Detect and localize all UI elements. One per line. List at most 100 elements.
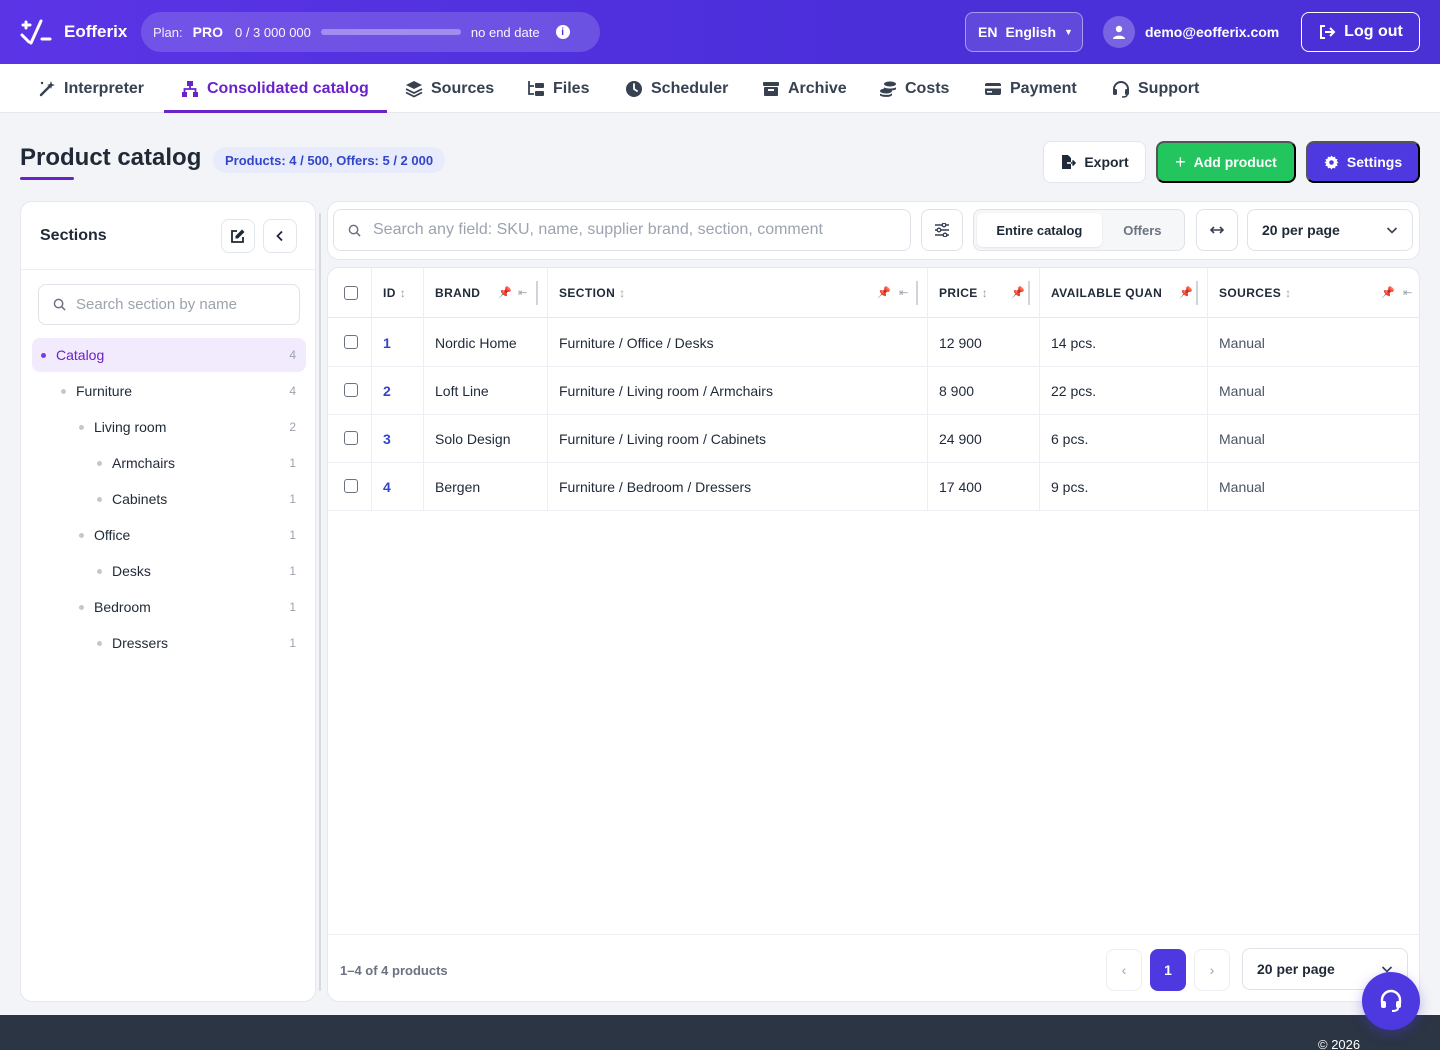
tree-bullet xyxy=(97,496,102,502)
nav-consolidated-catalog[interactable]: Consolidated catalog xyxy=(164,64,387,113)
user-email: demo@eofferix.com xyxy=(1145,24,1280,40)
tree-item-office[interactable]: Office 1 xyxy=(32,518,306,552)
tree-item-furniture[interactable]: Furniture 4 xyxy=(32,374,306,408)
nav-interpreter[interactable]: Interpreter xyxy=(38,64,144,113)
table-row[interactable]: 3 Solo Design Furniture / Living room / … xyxy=(328,415,1419,463)
nav-costs[interactable]: Costs xyxy=(879,64,949,113)
tree-item-bedroom[interactable]: Bedroom 1 xyxy=(32,590,306,624)
cell-id[interactable]: 2 xyxy=(383,367,391,415)
pin-icon[interactable]: 📌 xyxy=(1179,286,1193,299)
filters-button[interactable] xyxy=(921,209,963,251)
tree-bullet xyxy=(97,640,102,646)
column-resize-icon[interactable]: ⇤ xyxy=(899,286,908,299)
edit-sections-button[interactable] xyxy=(221,219,255,253)
search-icon xyxy=(53,298,66,311)
table-row[interactable]: 1 Nordic Home Furniture / Office / Desks… xyxy=(328,319,1419,367)
tree-bullet xyxy=(97,460,102,466)
scope-entire-catalog[interactable]: Entire catalog xyxy=(977,213,1102,247)
tree-item-count: 2 xyxy=(289,420,296,434)
cell-price: 24 900 xyxy=(939,431,982,447)
add-product-button[interactable]: + Add product xyxy=(1156,141,1296,183)
language-selector[interactable]: EN English ▼ xyxy=(965,12,1083,52)
headset-icon xyxy=(1380,989,1402,1012)
scope-offers[interactable]: Offers xyxy=(1104,213,1181,247)
column-resizer[interactable] xyxy=(1028,281,1030,305)
per-page-select-top[interactable]: 20 per page xyxy=(1247,209,1413,251)
catalog-search-input[interactable] xyxy=(373,221,893,239)
column-resizer[interactable] xyxy=(1196,281,1198,305)
tree-item-label: Furniture xyxy=(76,383,133,399)
nav-archive[interactable]: Archive xyxy=(762,64,847,113)
nav-support[interactable]: Support xyxy=(1112,64,1199,113)
credit-card-icon xyxy=(985,82,1001,95)
header-available-quantity[interactable]: AVAILABLE QUAN xyxy=(1051,268,1169,318)
expand-width-button[interactable] xyxy=(1196,209,1238,251)
pin-icon[interactable]: 📌 xyxy=(498,286,512,299)
chevron-left-icon xyxy=(276,230,283,242)
header-price[interactable]: PRICE ↕ xyxy=(939,268,988,318)
support-chat-button[interactable] xyxy=(1362,972,1420,1030)
tree-item-armchairs[interactable]: Armchairs 1 xyxy=(32,446,306,480)
main-nav: Interpreter Consolidated catalog Sources… xyxy=(0,64,1440,113)
table-row[interactable]: 2 Loft Line Furniture / Living room / Ar… xyxy=(328,367,1419,415)
tree-item-label: Desks xyxy=(112,563,151,579)
row-checkbox[interactable] xyxy=(344,431,358,445)
header-section[interactable]: SECTION ↕ xyxy=(559,268,626,318)
info-icon[interactable]: i xyxy=(555,25,570,39)
column-resizer[interactable] xyxy=(916,281,918,305)
header-sources[interactable]: SOURCES ↕ xyxy=(1219,268,1292,318)
tree-bullet xyxy=(79,532,84,538)
nav-files[interactable]: Files xyxy=(527,64,589,113)
headset-icon xyxy=(1113,80,1129,98)
prev-page-button[interactable]: ‹ xyxy=(1106,949,1142,991)
cell-id[interactable]: 4 xyxy=(383,463,391,511)
column-resize-icon[interactable]: ⇤ xyxy=(1403,286,1412,299)
export-button[interactable]: Export xyxy=(1043,141,1146,183)
nav-sources[interactable]: Sources xyxy=(405,64,494,113)
logout-button[interactable]: Log out xyxy=(1301,12,1420,52)
row-checkbox[interactable] xyxy=(344,335,358,349)
sidebar-resize-handle[interactable] xyxy=(319,213,321,991)
cell-brand: Loft Line xyxy=(435,383,489,399)
collapse-sidebar-button[interactable] xyxy=(263,219,297,253)
tree-item-catalog[interactable]: Catalog 4 xyxy=(32,338,306,372)
column-resizer[interactable] xyxy=(536,281,538,305)
coins-icon xyxy=(880,81,896,97)
page-button-current[interactable]: 1 xyxy=(1150,949,1186,991)
row-checkbox[interactable] xyxy=(344,479,358,493)
header-brand[interactable]: BRAND xyxy=(435,268,480,318)
row-checkbox[interactable] xyxy=(344,383,358,397)
nav-label: Files xyxy=(553,79,590,97)
page-title: Product catalog xyxy=(20,144,202,171)
sort-icon: ↕ xyxy=(1285,286,1292,300)
next-page-button[interactable]: › xyxy=(1194,949,1230,991)
cell-brand: Bergen xyxy=(435,479,481,495)
cell-quantity: 14 pcs. xyxy=(1051,335,1097,351)
table-row[interactable]: 4 Bergen Furniture / Bedroom / Dressers … xyxy=(328,463,1419,511)
settings-label: Settings xyxy=(1346,154,1403,170)
tree-item-label: Dressers xyxy=(112,635,169,651)
select-all-checkbox[interactable] xyxy=(344,286,358,300)
column-resize-icon[interactable]: ⇤ xyxy=(518,286,527,299)
tree-item-label: Catalog xyxy=(56,347,105,363)
cell-id[interactable]: 1 xyxy=(383,319,391,367)
logout-label: Log out xyxy=(1344,23,1403,40)
logo[interactable]: Eofferix xyxy=(20,18,127,46)
nav-payment[interactable]: Payment xyxy=(984,64,1077,113)
tree-item-desks[interactable]: Desks 1 xyxy=(32,554,306,588)
tree-item-living-room[interactable]: Living room 2 xyxy=(32,410,306,444)
pin-icon[interactable]: 📌 xyxy=(877,286,891,299)
settings-button[interactable]: Settings xyxy=(1306,141,1420,183)
pin-icon[interactable]: 📌 xyxy=(1011,286,1025,299)
user-menu[interactable]: demo@eofferix.com xyxy=(1103,16,1279,48)
header-id[interactable]: ID ↕ xyxy=(383,268,406,318)
tree-item-dressers[interactable]: Dressers 1 xyxy=(32,626,306,660)
cell-price: 17 400 xyxy=(939,479,982,495)
nav-scheduler[interactable]: Scheduler xyxy=(625,64,728,113)
tree-item-count: 1 xyxy=(289,564,296,578)
pin-icon[interactable]: 📌 xyxy=(1381,286,1395,299)
cell-id[interactable]: 3 xyxy=(383,415,391,463)
section-search-input[interactable] xyxy=(76,296,286,313)
cell-quantity: 22 pcs. xyxy=(1051,383,1097,399)
tree-item-cabinets[interactable]: Cabinets 1 xyxy=(32,482,306,516)
